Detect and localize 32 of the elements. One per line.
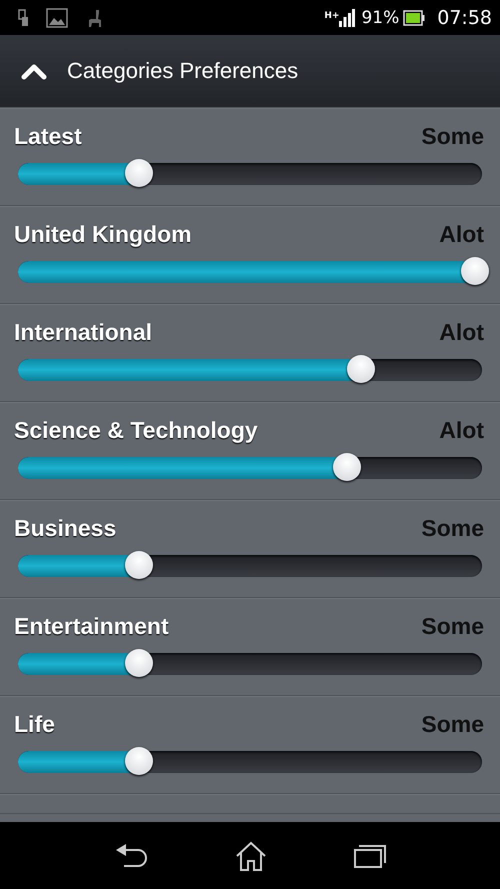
chevron-up-icon[interactable] (21, 62, 47, 80)
slider-thumb[interactable] (347, 355, 376, 383)
slider-thumb[interactable] (124, 649, 153, 677)
category-name: Science & Technology (14, 417, 258, 444)
screen-title: Categories Preferences (67, 58, 298, 84)
slider-thumb[interactable] (124, 159, 153, 187)
category-name: Entertainment (14, 613, 169, 640)
category-level-label: Some (421, 711, 484, 738)
back-icon[interactable] (114, 842, 148, 868)
clock: 07:58 (437, 6, 492, 28)
category-level-label: Alot (439, 417, 484, 444)
signal-icon (339, 8, 356, 26)
category-name: Life (14, 711, 55, 738)
category-level-label: Some (421, 515, 484, 542)
category-level-label: Some (421, 613, 484, 640)
slider-thumb[interactable] (124, 747, 153, 775)
battery-percent: 91% (361, 8, 400, 28)
slider-thumb[interactable] (461, 257, 490, 285)
network-type: H+ (324, 10, 340, 20)
category-name: Latest (14, 123, 82, 150)
category-level-label: Alot (439, 319, 484, 346)
slider-thumb[interactable] (124, 551, 153, 579)
slider-thumb[interactable] (333, 453, 362, 481)
category-name: International (14, 319, 152, 346)
battery-icon (403, 10, 426, 26)
category-level-label: Some (421, 123, 484, 150)
image-icon (46, 8, 68, 28)
category-name: Business (14, 515, 116, 542)
category-level-label: Alot (439, 221, 484, 248)
recent-apps-icon[interactable] (354, 844, 386, 868)
home-icon[interactable] (234, 840, 267, 870)
category-name: United Kingdom (14, 221, 192, 248)
